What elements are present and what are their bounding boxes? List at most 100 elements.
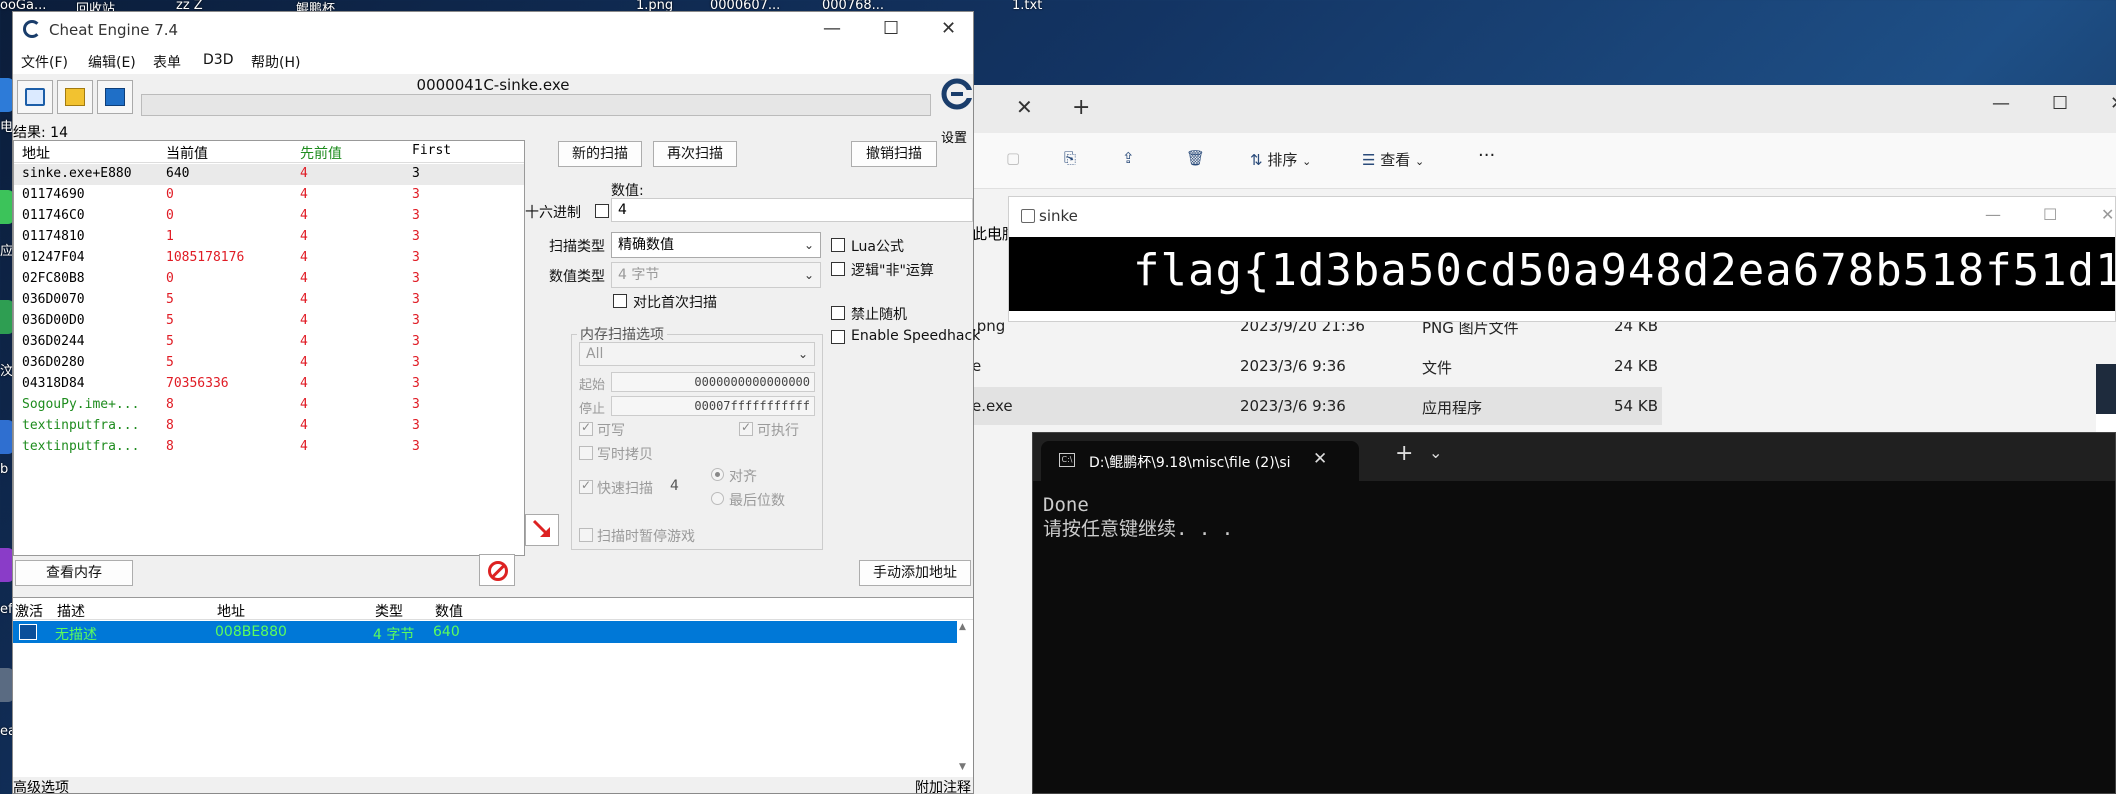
menu-file[interactable]: 文件(F) <box>21 52 68 72</box>
entry-address[interactable]: 008BE880 <box>215 624 287 640</box>
hex-checkbox[interactable] <box>595 204 609 218</box>
scroll-down-icon[interactable]: ▼ <box>959 762 966 772</box>
entry-description[interactable]: 无描述 <box>55 624 97 644</box>
table-row[interactable]: 04318D84 70356336 4 3 <box>14 374 524 395</box>
speedhack-checkbox[interactable] <box>831 330 845 344</box>
compare-first-checkbox[interactable] <box>613 294 627 308</box>
menu-d3d[interactable]: D3D <box>203 52 233 68</box>
executable-checkbox[interactable] <box>739 420 753 436</box>
column-previous[interactable]: 先前值 <box>300 143 342 163</box>
close-icon[interactable]: ✕ <box>941 18 956 39</box>
new-scan-button[interactable]: 新的扫描 <box>558 141 642 167</box>
table-row[interactable]: 02FC80B8 0 4 3 <box>14 269 524 290</box>
table-row[interactable]: 036D0244 5 4 3 <box>14 332 524 353</box>
view-button[interactable]: ☰ 查看 ⌄ <box>1362 149 1424 170</box>
close-tab-icon[interactable]: ✕ <box>1313 449 1327 469</box>
terminal-output[interactable]: Done 请按任意键继续. . . <box>1043 493 1233 541</box>
minimize-icon[interactable]: — <box>1992 93 2010 114</box>
rename-icon[interactable]: ⎘ <box>1064 149 1076 167</box>
scan-type-select[interactable]: 精确数值 ⌄ <box>611 232 821 258</box>
sort-button[interactable]: ⇅ 排序 ⌄ <box>1250 149 1311 170</box>
more-options-icon[interactable]: ··· <box>1478 145 1495 166</box>
pause-game-checkbox[interactable] <box>579 528 593 542</box>
scroll-up-icon[interactable]: ▲ <box>959 622 966 632</box>
terminal-tab[interactable]: C:\ D:\鲲鹏杯\9.18\misc\file (2)\si ✕ <box>1041 441 1359 481</box>
menu-edit[interactable]: 编辑(E) <box>88 52 136 72</box>
table-scrollbar[interactable]: ▲ ▼ <box>957 620 971 776</box>
disable-random-checkbox[interactable] <box>831 306 845 320</box>
view-memory-button[interactable]: 查看内存 <box>15 560 133 586</box>
delete-icon[interactable]: 🗑 <box>1186 149 1205 167</box>
table-row[interactable]: textinputfra... 8 4 3 <box>14 416 524 437</box>
table-row[interactable]: sinke.exe+E880 640 4 3 <box>14 164 524 185</box>
column-current[interactable]: 当前值 <box>166 143 208 163</box>
minimize-icon[interactable]: — <box>1985 205 2001 224</box>
new-tab-icon[interactable]: + <box>1395 441 1413 466</box>
value-type-select[interactable]: 4 字节 ⌄ <box>611 262 821 288</box>
lua-formula-checkbox[interactable] <box>831 238 845 252</box>
table-row[interactable]: 无描述 008BE880 4 字节 640 <box>13 621 957 643</box>
table-row[interactable]: 01174690 0 4 3 <box>14 185 524 206</box>
start-address-input[interactable]: 0000000000000000 <box>611 372 815 392</box>
table-row[interactable]: 01247F04 1085178176 4 3 <box>14 248 524 269</box>
not-logic-checkbox[interactable] <box>831 262 845 276</box>
active-checkbox[interactable] <box>19 624 37 640</box>
maximize-icon[interactable]: ☐ <box>2043 205 2057 224</box>
entry-type[interactable]: 4 字节 <box>373 624 414 644</box>
align-radio[interactable] <box>711 468 724 481</box>
menu-help[interactable]: 帮助(H) <box>251 52 300 72</box>
found-address-list[interactable]: 地址 当前值 先前值 First sinke.exe+E880 640 4 3 0117… <box>13 140 525 556</box>
minimize-icon[interactable]: — <box>823 18 841 39</box>
writable-checkbox[interactable] <box>579 420 593 436</box>
paste-icon[interactable]: ▢ <box>1006 149 1020 167</box>
settings-logo-icon[interactable] <box>941 76 973 116</box>
desktop-icon-label[interactable]: 1.txt <box>1012 0 1042 13</box>
maximize-icon[interactable]: ☐ <box>2052 93 2068 114</box>
chevron-down-icon[interactable]: ⌄ <box>1429 443 1442 462</box>
menu-table[interactable]: 表单 <box>153 52 181 72</box>
column-description[interactable]: 描述 <box>57 601 85 621</box>
column-address[interactable]: 地址 <box>217 601 245 621</box>
column-active[interactable]: 激活 <box>15 601 43 621</box>
memory-region-select[interactable]: All ⌄ <box>579 342 815 366</box>
table-row[interactable]: 011746C0 0 4 3 <box>14 206 524 227</box>
table-extras-button[interactable]: 附加注释 <box>915 777 971 794</box>
last-digits-radio[interactable] <box>711 492 724 505</box>
column-value[interactable]: 数值 <box>435 601 463 621</box>
add-address-manually-button[interactable]: 手动添加地址 <box>859 560 971 586</box>
file-date: 2023/3/6 9:36 <box>1240 397 1346 415</box>
undo-scan-button[interactable]: 撤销扫描 <box>851 141 937 167</box>
file-row[interactable]: e 2023/3/6 9:36 文件 24 KB <box>972 347 1662 385</box>
copy-on-write-checkbox[interactable] <box>579 446 593 460</box>
column-first[interactable]: First <box>412 143 451 158</box>
maximize-icon[interactable]: ☐ <box>883 18 899 39</box>
open-file-button[interactable] <box>57 80 93 114</box>
table-row[interactable]: 036D0280 5 4 3 <box>14 353 524 374</box>
fast-scan-value-input[interactable]: 4 <box>663 474 705 498</box>
cheat-table[interactable]: 激活 描述 地址 类型 数值 无描述 008BE880 4 字节 640 ▲ ▼ <box>13 597 973 777</box>
close-tab-icon[interactable]: ✕ <box>1016 95 1033 119</box>
close-icon[interactable]: ✕ <box>2101 205 2114 224</box>
close-icon[interactable]: ✕ <box>2110 93 2116 114</box>
new-tab-icon[interactable]: + <box>1072 95 1090 120</box>
advanced-options-button[interactable]: 高级选项 <box>13 777 69 794</box>
save-button[interactable] <box>97 80 133 114</box>
stop-address-input[interactable]: 00007fffffffffff <box>611 396 815 416</box>
add-to-table-button[interactable] <box>525 514 559 546</box>
table-row[interactable]: 036D00D0 5 4 3 <box>14 311 524 332</box>
file-row-selected[interactable]: e.exe 2023/3/6 9:36 应用程序 54 KB <box>972 387 1662 425</box>
fast-scan-checkbox[interactable] <box>579 478 593 494</box>
open-process-button[interactable] <box>17 80 53 114</box>
table-row[interactable]: textinputfra... 8 4 3 <box>14 437 524 458</box>
table-row[interactable]: 036D0070 5 4 3 <box>14 290 524 311</box>
entry-value[interactable]: 640 <box>433 624 460 640</box>
settings-label[interactable]: 设置 <box>941 127 967 146</box>
column-type[interactable]: 类型 <box>375 601 403 621</box>
share-icon[interactable]: ⇪ <box>1122 149 1135 167</box>
column-address[interactable]: 地址 <box>22 143 50 163</box>
next-scan-button[interactable]: 再次扫描 <box>653 141 737 167</box>
value-input[interactable]: 4 <box>611 198 973 222</box>
clear-list-button[interactable] <box>479 554 515 586</box>
table-row[interactable]: SogouPy.ime+... 8 4 3 <box>14 395 524 416</box>
table-row[interactable]: 01174810 1 4 3 <box>14 227 524 248</box>
